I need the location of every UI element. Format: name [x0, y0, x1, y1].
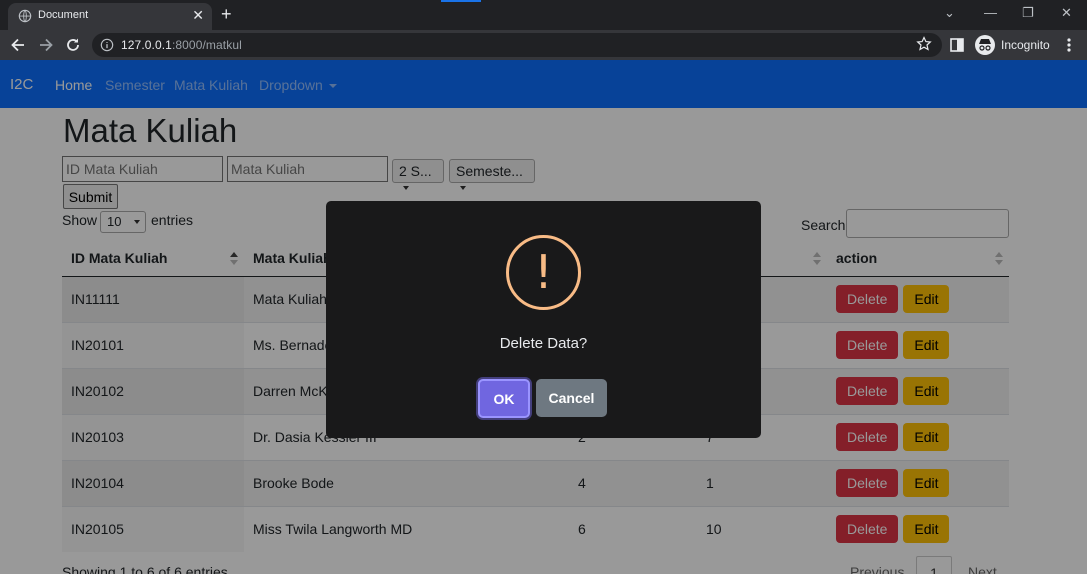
url-path: :8000/matkul	[171, 38, 242, 52]
browser-toolbar: 127.0.0.1:8000/matkul Incognito	[0, 30, 1087, 60]
tab-title: Document	[38, 9, 89, 21]
incognito-label[interactable]: Incognito	[1001, 38, 1050, 52]
back-icon[interactable]	[8, 35, 28, 55]
tab-search-icon[interactable]: ⌄	[944, 4, 955, 22]
forward-icon[interactable]	[36, 35, 56, 55]
browser-tab[interactable]: Document ✕	[8, 3, 212, 30]
address-bar[interactable]: 127.0.0.1:8000/matkul	[92, 33, 942, 57]
incognito-icon[interactable]	[975, 35, 995, 55]
site-info-icon[interactable]	[100, 38, 114, 52]
browser-menu-icon[interactable]	[1064, 36, 1074, 54]
url-host: 127.0.0.1	[121, 38, 172, 52]
new-tab-icon[interactable]: +	[221, 4, 232, 24]
bookmark-star-icon[interactable]	[916, 36, 932, 52]
browser-tab-strip: Document ✕ + ⌄ — ❐ ✕	[0, 0, 1087, 30]
tab-close-icon[interactable]: ✕	[192, 6, 204, 24]
minimize-icon[interactable]: —	[984, 4, 997, 22]
cancel-button[interactable]: Cancel	[536, 379, 607, 417]
ok-button[interactable]: OK	[478, 379, 530, 418]
tab-loading-indicator	[441, 0, 481, 2]
warning-icon: !	[506, 235, 581, 310]
globe-icon	[18, 9, 32, 23]
restore-icon[interactable]: ❐	[1022, 4, 1034, 22]
reload-icon[interactable]	[63, 35, 83, 55]
window-close-icon[interactable]: ✕	[1061, 4, 1072, 22]
side-panel-icon[interactable]	[950, 38, 964, 52]
warning-glyph: !	[534, 245, 553, 299]
dialog-title: Delete Data?	[499, 335, 588, 352]
url-text: 127.0.0.1:8000/matkul	[121, 38, 242, 52]
